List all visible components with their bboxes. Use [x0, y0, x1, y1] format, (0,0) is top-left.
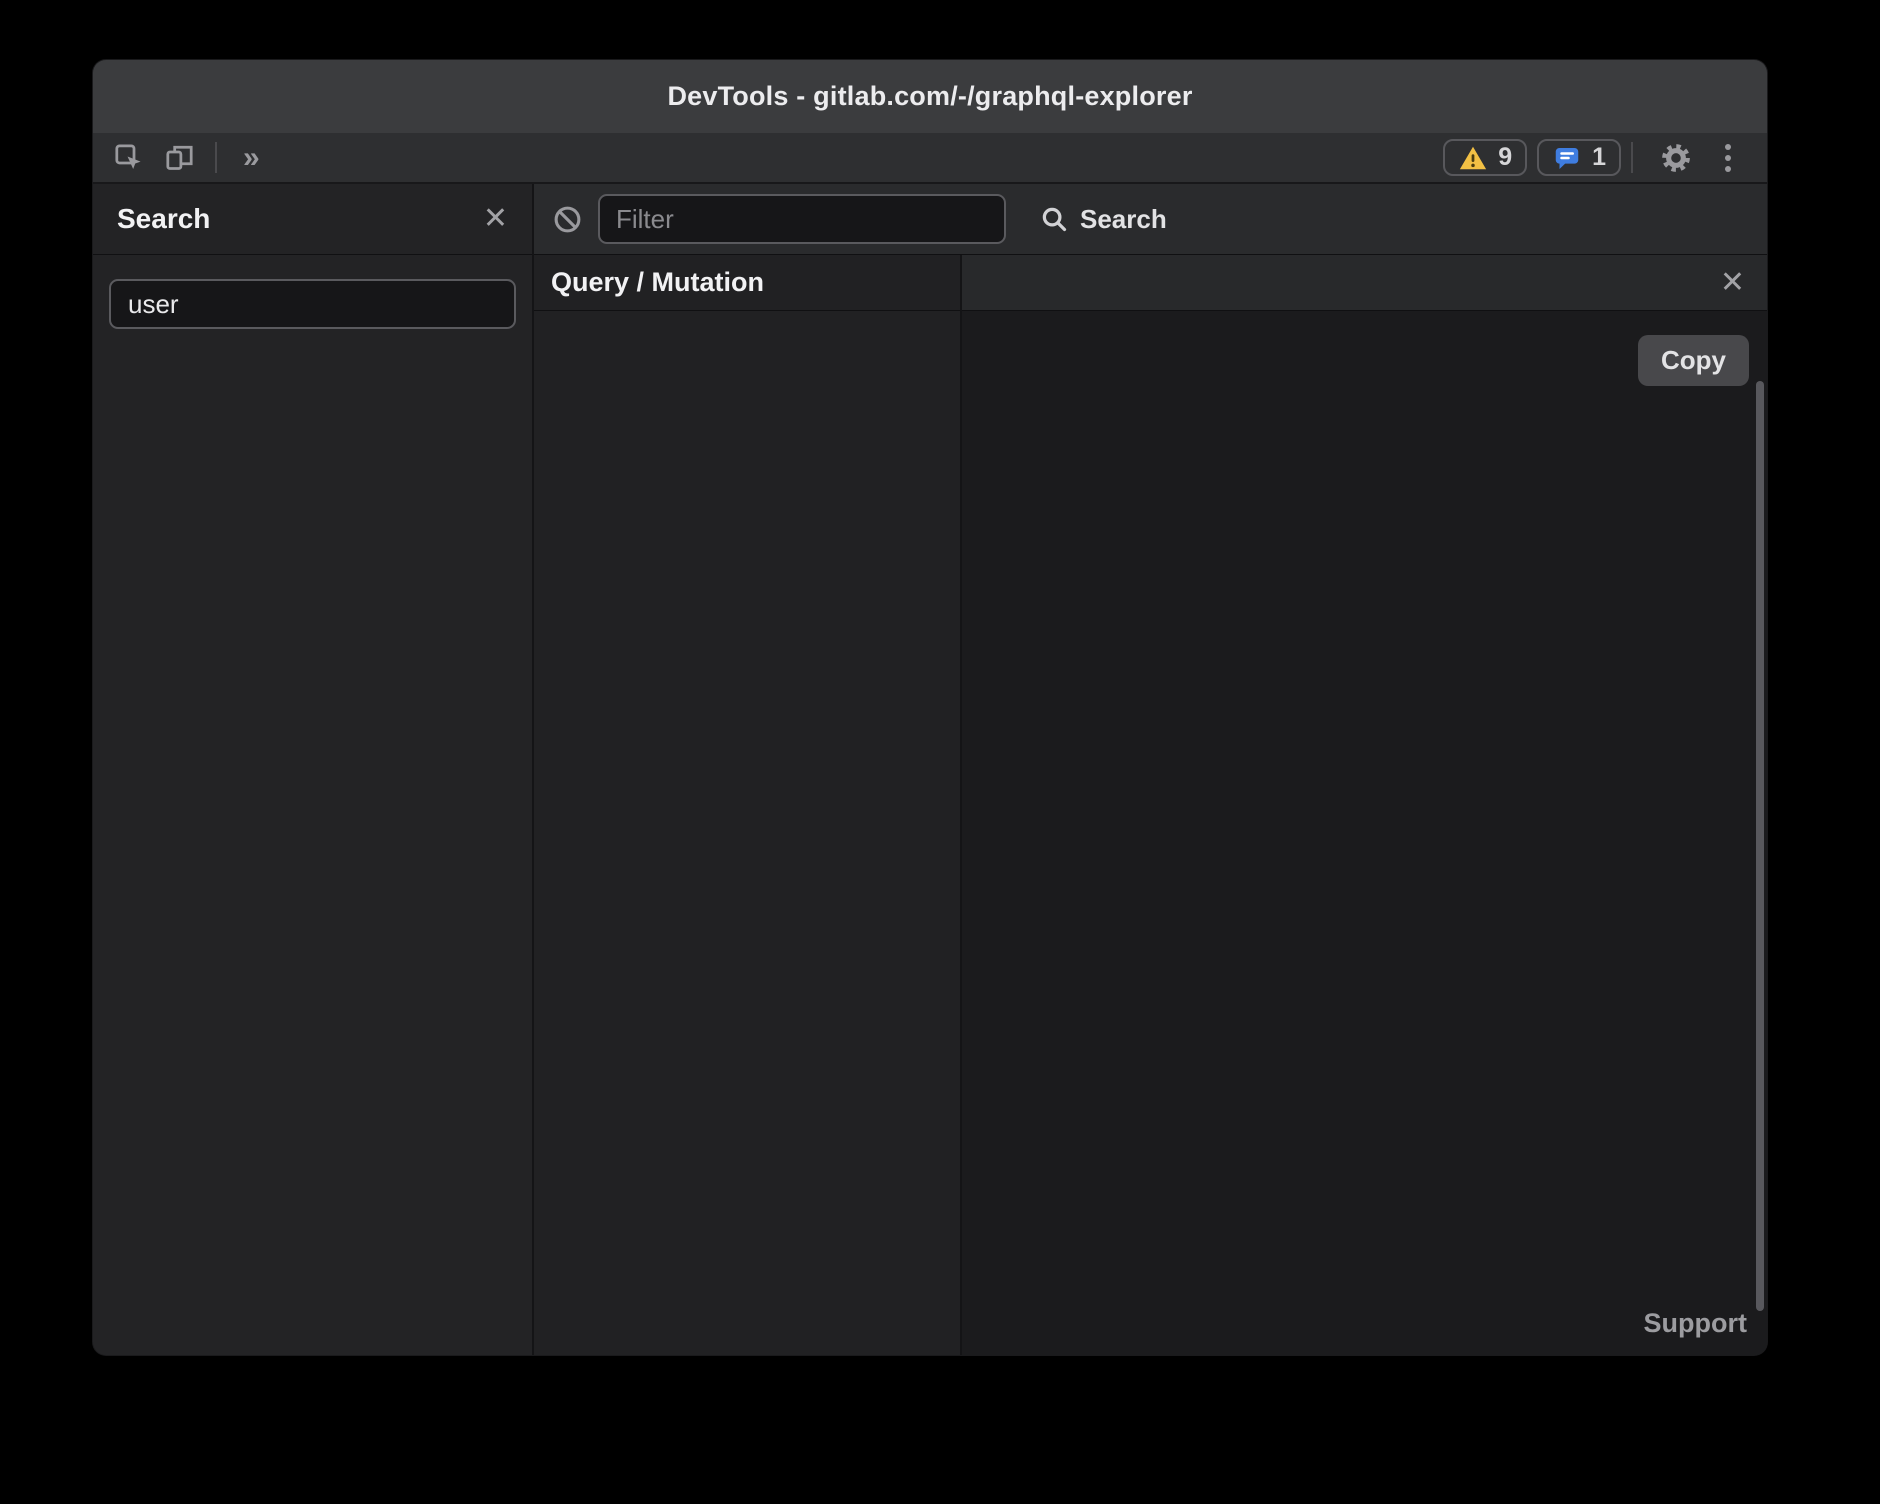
inspect-element-icon[interactable] [103, 133, 154, 182]
filter-placeholder: Filter [616, 204, 674, 235]
filter-input[interactable]: Filter [598, 194, 1006, 244]
search-query-text: user [128, 289, 179, 320]
traffic-lights [129, 85, 234, 108]
close-response-pane-wrap: ✕ [1698, 255, 1767, 310]
network-area: Filter Search Query / Mutation [534, 184, 1767, 1355]
close-search-icon[interactable]: ✕ [483, 204, 508, 234]
toolbar-divider [215, 142, 217, 173]
toolbar-spacer [276, 133, 1434, 182]
message-icon [1552, 143, 1582, 173]
issues-badge[interactable]: 1 [1537, 139, 1621, 176]
close-response-icon[interactable]: ✕ [1720, 268, 1745, 298]
query-mutation-header: Query / Mutation [534, 255, 960, 311]
copy-button[interactable]: Copy [1638, 335, 1749, 386]
close-window-button[interactable] [129, 85, 152, 108]
support-link[interactable]: Support [1644, 1308, 1747, 1339]
search-input[interactable]: user [109, 279, 516, 329]
settings-gear-icon[interactable] [1643, 133, 1709, 182]
zoom-window-button[interactable] [211, 85, 234, 108]
search-icon [1039, 204, 1069, 234]
content-split: Query / Mutation ✕ Copy Support [534, 255, 1767, 1355]
toolbar-divider [1631, 142, 1633, 173]
query-list [534, 311, 960, 312]
response-raw-content: Copy Support [962, 311, 1767, 1355]
more-tabs-chevron[interactable]: » [227, 133, 276, 182]
more-options-kebab-icon[interactable] [1709, 133, 1747, 182]
devtools-toolbar: » 9 1 [93, 133, 1767, 184]
search-panel: Search ✕ user [93, 184, 534, 1355]
warning-icon [1458, 144, 1488, 172]
search-toggle[interactable]: Search [1039, 204, 1167, 235]
panels-container: Search ✕ user Filter [93, 184, 1767, 1355]
search-panel-header: Search ✕ [93, 184, 532, 255]
query-mutation-panel: Query / Mutation [534, 255, 962, 1355]
response-tabs: ✕ [962, 255, 1767, 311]
response-scrollbar[interactable] [1756, 381, 1764, 1311]
response-panel: ✕ Copy Support [962, 255, 1767, 1355]
warnings-badge[interactable]: 9 [1443, 139, 1527, 176]
search-panel-title: Search [117, 203, 483, 235]
minimize-window-button[interactable] [170, 85, 193, 108]
message-count: 1 [1592, 143, 1606, 172]
search-results-list [93, 335, 532, 1355]
device-toolbar-icon[interactable] [154, 133, 205, 182]
filter-bar: Filter Search [534, 184, 1767, 255]
devtools-window: DevTools - gitlab.com/-/graphql-explorer… [93, 60, 1767, 1355]
clear-log-icon[interactable] [552, 204, 583, 235]
warning-count: 9 [1498, 143, 1512, 172]
search-toggle-label: Search [1080, 204, 1167, 235]
window-title: DevTools - gitlab.com/-/graphql-explorer [667, 81, 1192, 112]
titlebar: DevTools - gitlab.com/-/graphql-explorer [93, 60, 1767, 133]
